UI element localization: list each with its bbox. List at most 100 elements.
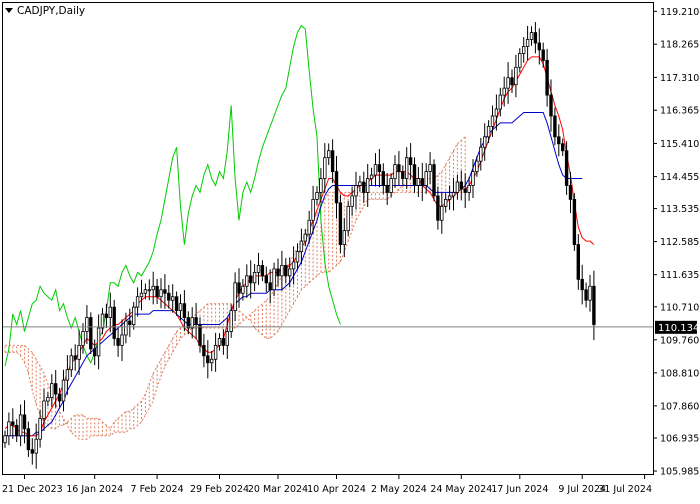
candle-bull — [416, 178, 421, 186]
candle-bear — [248, 275, 253, 284]
candle-bull — [225, 331, 229, 346]
candle-bull — [326, 150, 331, 159]
y-tick-label: 110.710 — [660, 302, 699, 313]
candle-bear — [545, 59, 549, 96]
candle-bull — [217, 338, 222, 346]
candle-bull — [100, 313, 105, 329]
candle-bull — [475, 160, 479, 172]
candle-bull — [393, 164, 397, 179]
candle-bull — [482, 136, 487, 148]
candle-bull — [85, 317, 89, 332]
x-tick-label: 7 Feb 2024 — [131, 484, 184, 495]
candle-bear — [163, 289, 167, 294]
candle-bear — [420, 178, 424, 186]
candle-bull — [494, 108, 499, 117]
candle-bear — [584, 289, 588, 301]
candle-bull — [354, 185, 358, 197]
chart-title-text: CADJPY,Daily — [17, 5, 85, 17]
candle-bear — [330, 150, 335, 172]
candle-bull — [7, 421, 11, 437]
candle-bull — [139, 292, 144, 298]
candle-bull — [213, 344, 218, 360]
candle-bear — [128, 320, 132, 325]
candle-bear — [463, 188, 467, 193]
candle-bull — [65, 369, 70, 381]
candle-bear — [264, 275, 268, 284]
candle-bear — [73, 355, 77, 360]
candle-bull — [295, 251, 300, 263]
y-axis: 119.210 118.265 117.310 116.365 115.410 114.4… — [653, 7, 699, 478]
candle-bull — [151, 285, 155, 291]
candle-bear — [541, 49, 545, 61]
y-tick-label: 117.310 — [660, 73, 699, 84]
x-tick-label: 16 Jan 2024 — [66, 484, 123, 495]
candle-bull — [404, 157, 409, 179]
candle-bear — [26, 428, 31, 451]
candle-bear — [221, 338, 226, 346]
candle-bull — [280, 265, 284, 277]
candle-bull — [479, 146, 483, 162]
candle-bull — [77, 344, 81, 360]
candle-bull — [291, 261, 296, 270]
candle-bear — [206, 355, 210, 364]
chart-svg: 119.210 118.265 117.310 116.365 115.410 114.4… — [0, 0, 700, 500]
candle-bull — [135, 296, 140, 308]
candle-bull — [252, 271, 257, 284]
candle-bear — [385, 185, 389, 193]
candle-bear — [362, 181, 366, 193]
candle-bull — [245, 275, 249, 287]
candle-bull — [315, 192, 319, 200]
x-tick-label: 20 Mar 2024 — [248, 484, 308, 495]
candle-bear — [104, 313, 109, 318]
x-tick-label: 17 Jun 2024 — [491, 484, 548, 495]
y-tick-label: 116.365 — [660, 106, 699, 117]
candle-bear — [564, 150, 569, 186]
candle-bear — [377, 164, 382, 172]
candle-bull — [303, 233, 307, 242]
y-tick-label: 119.210 — [660, 7, 699, 18]
candle-bear — [260, 265, 265, 277]
candle-bear — [401, 171, 405, 179]
current-price-value: 110.134 — [658, 323, 699, 334]
candle-bear — [533, 32, 538, 44]
x-tick-label: 31 Jul 2024 — [598, 484, 652, 495]
candle-bear — [549, 94, 553, 117]
candle-bull — [451, 192, 456, 197]
candle-bear — [284, 265, 288, 277]
candle-bear — [202, 344, 206, 357]
candle-bull — [170, 296, 175, 301]
candle-bull — [440, 205, 444, 221]
candle-bull — [287, 268, 292, 277]
y-tick-label: 105.985 — [660, 467, 699, 478]
candle-bull — [498, 94, 502, 110]
candle-bull — [61, 379, 66, 402]
candle-bear — [381, 171, 385, 186]
candle-bull — [514, 66, 518, 86]
y-tick-label: 118.265 — [660, 40, 699, 51]
candle-bear — [338, 202, 343, 245]
candle-bear — [93, 348, 97, 357]
x-tick-label: 10 Apr 2024 — [307, 484, 366, 495]
candle-bull — [50, 383, 54, 398]
candle-bull — [369, 174, 374, 179]
candle-bull — [350, 195, 354, 207]
candle-bear — [155, 285, 159, 298]
y-tick-label: 111.635 — [660, 270, 699, 281]
y-tick-label: 109.760 — [660, 335, 699, 346]
candle-bear — [11, 421, 15, 426]
x-tick-label: 2 May 2024 — [371, 484, 427, 495]
candle-bear — [174, 296, 179, 312]
candle-bull — [143, 289, 148, 294]
candle-bull — [124, 320, 128, 336]
candle-bull — [178, 303, 183, 312]
y-tick-label: 107.860 — [660, 401, 699, 412]
candle-bear — [22, 414, 27, 430]
chart-background — [0, 0, 700, 500]
candle-bull — [256, 265, 261, 273]
candle-bull — [389, 178, 393, 193]
candle-bull — [522, 46, 526, 54]
candle-bear — [89, 317, 93, 350]
candle-bull — [358, 181, 362, 186]
candle-bull — [319, 178, 323, 193]
candle-bull — [525, 39, 530, 47]
